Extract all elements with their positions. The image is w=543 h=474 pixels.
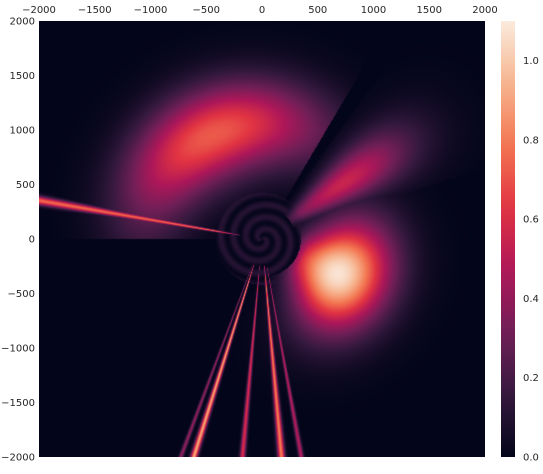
y-tick-label: −1000 <box>1 344 35 355</box>
x-tick-label: 1000 <box>361 5 386 16</box>
y-tick-label: 500 <box>16 180 35 191</box>
y-tick-label: 1500 <box>10 71 35 82</box>
y-tick-label: 1000 <box>10 126 35 137</box>
colorbar-tick-label: 1.0 <box>523 56 539 67</box>
heatmap-image <box>39 21 485 457</box>
x-tick-label: 500 <box>308 5 327 16</box>
x-tick-label: −2000 <box>22 5 56 16</box>
heatmap-figure: −2000 −1500 −1000 −500 0 500 1000 1500 2000 2000… <box>0 0 543 470</box>
y-tick-label: −1500 <box>1 398 35 409</box>
x-tick-label: −500 <box>193 5 220 16</box>
colorbar-tick-label: 0.2 <box>523 373 539 384</box>
y-tick-label: −2000 <box>1 453 35 464</box>
colorbar-tick-label: 0.8 <box>523 135 539 146</box>
colorbar-tick-label: 0.6 <box>523 215 539 226</box>
colorbar-tick-label: 0.4 <box>523 294 539 305</box>
y-tick-label: −500 <box>8 289 35 300</box>
y-tick-label: 2000 <box>10 17 35 28</box>
x-tick-label: 1500 <box>417 5 442 16</box>
x-tick-label: −1500 <box>78 5 112 16</box>
colorbar-gradient <box>501 21 515 457</box>
y-axis-left: 2000 1500 1000 500 0 −500 −1000 −1500 −2000 <box>1 17 35 464</box>
x-axis-top: −2000 −1500 −1000 −500 0 500 1000 1500 2000 <box>22 5 498 16</box>
x-tick-label: 0 <box>259 5 265 16</box>
colorbar: 0.0 0.2 0.4 0.6 0.8 1.0 <box>501 21 539 464</box>
heatmap-image-group <box>39 21 485 457</box>
colorbar-tick-label: 0.0 <box>523 453 539 464</box>
colorbar-ticks: 0.0 0.2 0.4 0.6 0.8 1.0 <box>523 56 539 463</box>
heatmap-chart: −2000 −1500 −1000 −500 0 500 1000 1500 2000 2000… <box>1 5 539 464</box>
x-tick-label: 2000 <box>472 5 497 16</box>
x-tick-label: −1000 <box>134 5 168 16</box>
y-tick-label: 0 <box>29 235 35 246</box>
